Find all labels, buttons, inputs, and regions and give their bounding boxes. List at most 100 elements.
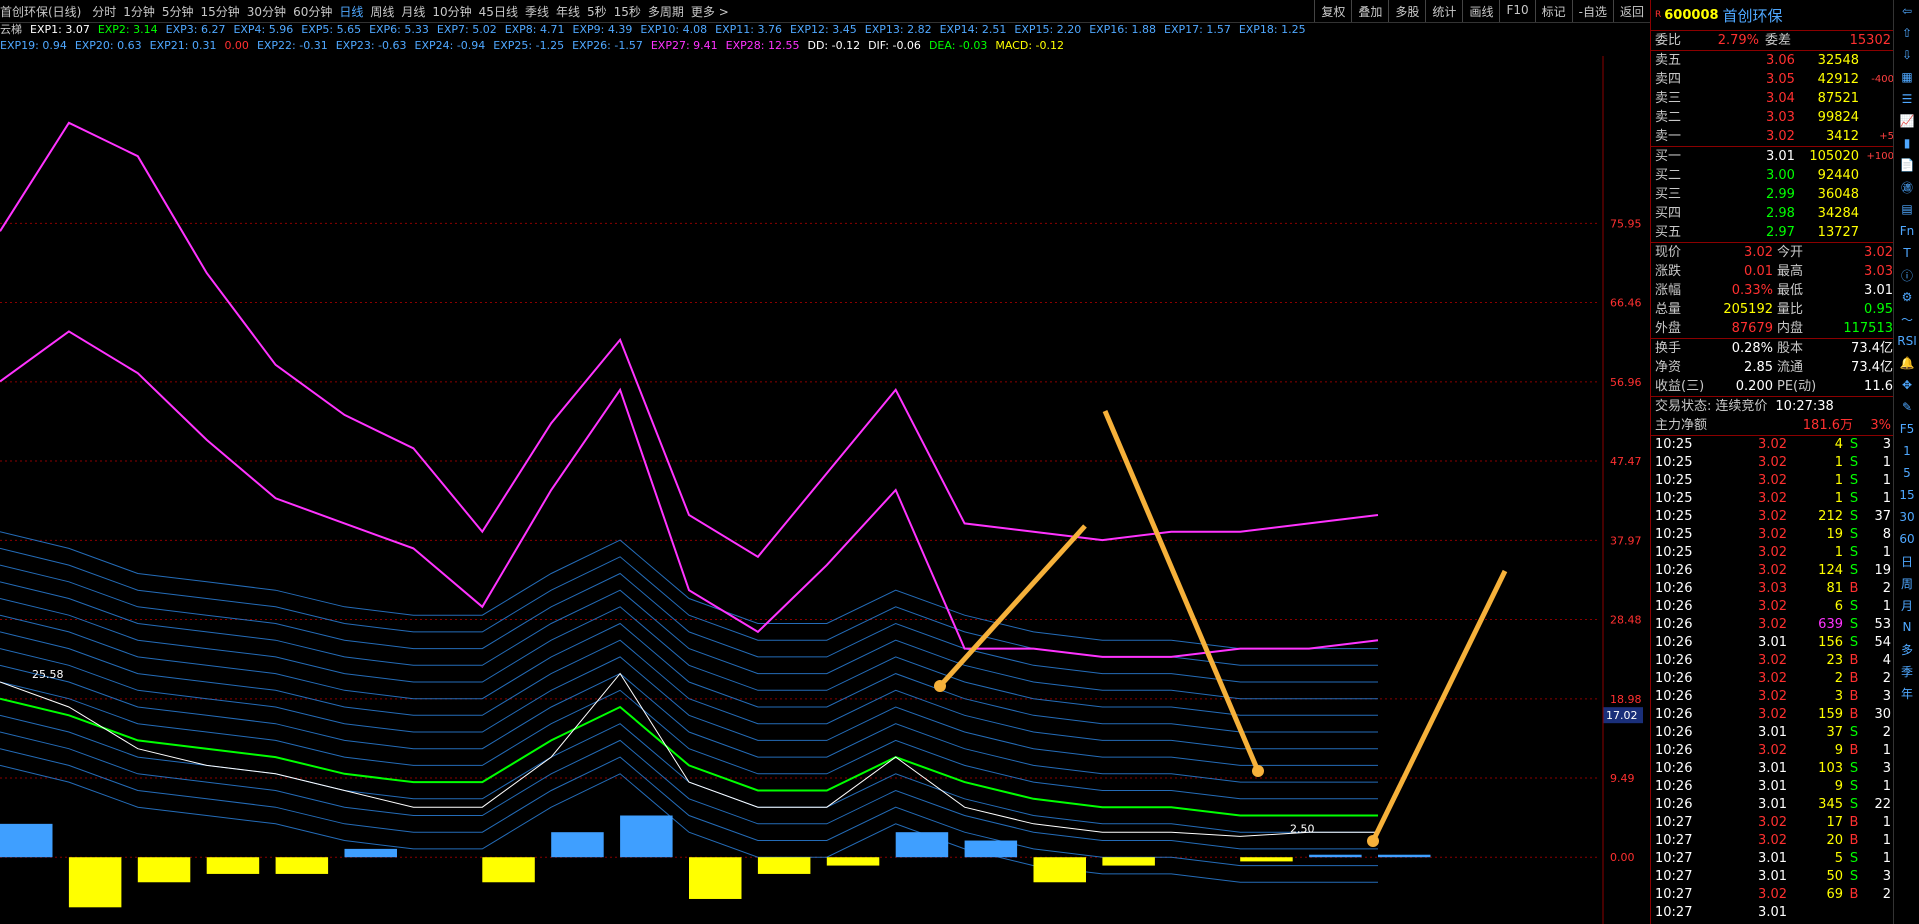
n-icon[interactable]: N bbox=[1894, 616, 1919, 638]
five-icon[interactable]: 5 bbox=[1894, 462, 1919, 484]
price-stats: 现价 3.02 今开 3.02 涨跌 0.01 最高 3.03 涨幅 0.33% 最低 3.01 总量 2… bbox=[1651, 243, 1894, 338]
timeframe-tab-3[interactable]: 15分钟 bbox=[201, 5, 240, 19]
timeframe-tab-2[interactable]: 5分钟 bbox=[162, 5, 194, 19]
day-icon[interactable]: 日 bbox=[1894, 550, 1919, 572]
tick-row: 10:26 3.02 124 S 19 bbox=[1651, 562, 1894, 580]
fin-icon[interactable]: ㊜ bbox=[1894, 176, 1919, 198]
week-icon[interactable]: 周 bbox=[1894, 572, 1919, 594]
tick-row: 10:27 3.02 69 B 2 bbox=[1651, 886, 1894, 904]
macd-bar bbox=[1033, 857, 1086, 883]
kline-chart[interactable]: 17.02 25.58 2.50 75.95 66.46 56.96 47.47 37.97… bbox=[0, 56, 1650, 924]
toolbar-action-5[interactable]: F10 bbox=[1499, 0, 1534, 22]
bids-row[interactable]: 买二 3.00 92440 bbox=[1651, 166, 1894, 185]
fn-icon[interactable]: Fn bbox=[1894, 220, 1919, 242]
tick-count: 1 bbox=[1882, 491, 1891, 506]
timeframe-tab-6[interactable]: 日线 bbox=[339, 5, 363, 19]
bids-row[interactable]: 买三 2.99 36048 bbox=[1651, 185, 1894, 204]
grid-icon[interactable]: ▦ bbox=[1894, 66, 1919, 88]
f5-icon[interactable]: F5 bbox=[1894, 418, 1919, 440]
tick-volume: 156 bbox=[1818, 635, 1843, 650]
toolbar-action-7[interactable]: -自选 bbox=[1571, 0, 1613, 22]
season-icon[interactable]: 季 bbox=[1894, 660, 1919, 682]
tick-direction: S bbox=[1849, 455, 1859, 470]
bell-icon[interactable]: 🔔 bbox=[1894, 352, 1919, 374]
indicator-value: EXP25: -1.25 bbox=[493, 39, 565, 52]
asks-row[interactable]: 卖三 3.04 87521 bbox=[1651, 89, 1894, 108]
asks-row[interactable]: 卖二 3.03 99824 bbox=[1651, 108, 1894, 127]
tick-row: 10:27 3.01 bbox=[1651, 904, 1894, 922]
timeframe-tab-14[interactable]: 15秒 bbox=[614, 5, 641, 19]
tick-volume: 4 bbox=[1834, 437, 1843, 452]
tick-direction: S bbox=[1849, 473, 1859, 488]
bids-row[interactable]: 买五 2.97 13727 bbox=[1651, 223, 1894, 242]
one-icon[interactable]: 1 bbox=[1894, 440, 1919, 462]
timeframe-tab-8[interactable]: 月线 bbox=[401, 5, 425, 19]
asks-row[interactable]: 卖一 3.02 3412 +5 bbox=[1651, 127, 1894, 146]
month-icon[interactable]: 月 bbox=[1894, 594, 1919, 616]
info-icon[interactable]: ⓘ bbox=[1894, 264, 1919, 286]
tick-price: 3.02 bbox=[1758, 509, 1787, 524]
tick-list[interactable]: 10:25 3.02 4 S 3 10:25 3.02 1 S 1 10:25 3.02 1 S 1 10:2… bbox=[1651, 436, 1894, 922]
timeframe-tab-11[interactable]: 季线 bbox=[525, 5, 549, 19]
stat-value: 73.4亿 bbox=[1851, 341, 1893, 356]
up-arrow-icon[interactable]: ⇧ bbox=[1894, 22, 1919, 44]
table-icon[interactable]: ▤ bbox=[1894, 198, 1919, 220]
candle-icon[interactable]: ▮ bbox=[1894, 132, 1919, 154]
tick-price: 3.02 bbox=[1758, 653, 1787, 668]
line-chart-icon[interactable]: 📈 bbox=[1894, 110, 1919, 132]
timeframe-tab-10[interactable]: 45日线 bbox=[479, 5, 518, 19]
indicator-value: EXP27: 9.41 bbox=[650, 39, 718, 52]
rsi-icon[interactable]: RSI bbox=[1894, 330, 1919, 352]
timeframe-tab-16[interactable]: 更多 > bbox=[691, 5, 729, 19]
chart-icon[interactable]: 〜 bbox=[1894, 308, 1919, 330]
back-icon[interactable]: ⇦ bbox=[1894, 0, 1919, 22]
sixty-icon[interactable]: 60 bbox=[1894, 528, 1919, 550]
timeframe-tab-1[interactable]: 1分钟 bbox=[123, 5, 155, 19]
stat-value: 3.02 bbox=[1744, 245, 1773, 260]
fifteen-icon[interactable]: 15 bbox=[1894, 484, 1919, 506]
timeframe-tab-0[interactable]: 分时 bbox=[92, 5, 116, 19]
tick-price: 3.01 bbox=[1758, 779, 1787, 794]
toolbar-action-3[interactable]: 统计 bbox=[1425, 0, 1462, 22]
year-icon[interactable]: 年 bbox=[1894, 682, 1919, 704]
timeframe-tab-13[interactable]: 5秒 bbox=[587, 5, 607, 19]
top-toolbar: 首创环保(日线) 分时 1分钟 5分钟 15分钟 30分钟 60分钟 日线 周线 月线 10分钟 4… bbox=[0, 0, 1650, 23]
indicator-value: EXP19: 0.94 bbox=[0, 39, 67, 52]
tick-count: 1 bbox=[1882, 833, 1891, 848]
list-icon[interactable]: ☰ bbox=[1894, 88, 1919, 110]
timeframe-tab-5[interactable]: 60分钟 bbox=[293, 5, 332, 19]
toolbar-action-1[interactable]: 叠加 bbox=[1351, 0, 1388, 22]
asks-row[interactable]: 卖四 3.05 42912 -400 bbox=[1651, 70, 1894, 89]
doc-icon[interactable]: 📄 bbox=[1894, 154, 1919, 176]
timeframe-bar: 首创环保(日线) 分时 1分钟 5分钟 15分钟 30分钟 60分钟 日线 周线 月线 10分钟 4… bbox=[0, 3, 736, 20]
toolbar-action-0[interactable]: 复权 bbox=[1314, 0, 1351, 22]
price-tag: 17.02 bbox=[1603, 707, 1643, 724]
toolbar-action-8[interactable]: 返回 bbox=[1612, 0, 1650, 22]
tick-volume: 17 bbox=[1826, 815, 1843, 830]
timeframe-tab-7[interactable]: 周线 bbox=[370, 5, 394, 19]
app-title: 首创环保(日线) bbox=[0, 5, 82, 19]
asks-row[interactable]: 卖五 3.06 32548 bbox=[1651, 51, 1894, 70]
tick-row: 10:27 3.02 17 B 1 bbox=[1651, 814, 1894, 832]
thirty-icon[interactable]: 30 bbox=[1894, 506, 1919, 528]
settings-icon[interactable]: ⚙ bbox=[1894, 286, 1919, 308]
move-icon[interactable]: ✥ bbox=[1894, 374, 1919, 396]
weibi-label: 委比 bbox=[1655, 33, 1682, 48]
timeframe-tab-15[interactable]: 多周期 bbox=[648, 5, 684, 19]
tick-volume: 639 bbox=[1818, 617, 1843, 632]
multi-icon[interactable]: 多 bbox=[1894, 638, 1919, 660]
toolbar-action-4[interactable]: 画线 bbox=[1462, 0, 1499, 22]
timeframe-tab-12[interactable]: 年线 bbox=[556, 5, 580, 19]
book-price: 3.02 bbox=[1765, 129, 1795, 144]
bids-row[interactable]: 买四 2.98 34284 bbox=[1651, 204, 1894, 223]
book-label: 卖三 bbox=[1655, 91, 1682, 106]
toolbar-action-6[interactable]: 标记 bbox=[1534, 0, 1572, 22]
stock-code: 600008 bbox=[1664, 7, 1719, 23]
text-icon[interactable]: T bbox=[1894, 242, 1919, 264]
bids-row[interactable]: 买一 3.01 105020 +100 bbox=[1651, 147, 1894, 166]
toolbar-action-2[interactable]: 多股 bbox=[1388, 0, 1425, 22]
pencil-icon[interactable]: ✎ bbox=[1894, 396, 1919, 418]
timeframe-tab-9[interactable]: 10分钟 bbox=[432, 5, 471, 19]
down-arrow-icon[interactable]: ⇩ bbox=[1894, 44, 1919, 66]
timeframe-tab-4[interactable]: 30分钟 bbox=[247, 5, 286, 19]
